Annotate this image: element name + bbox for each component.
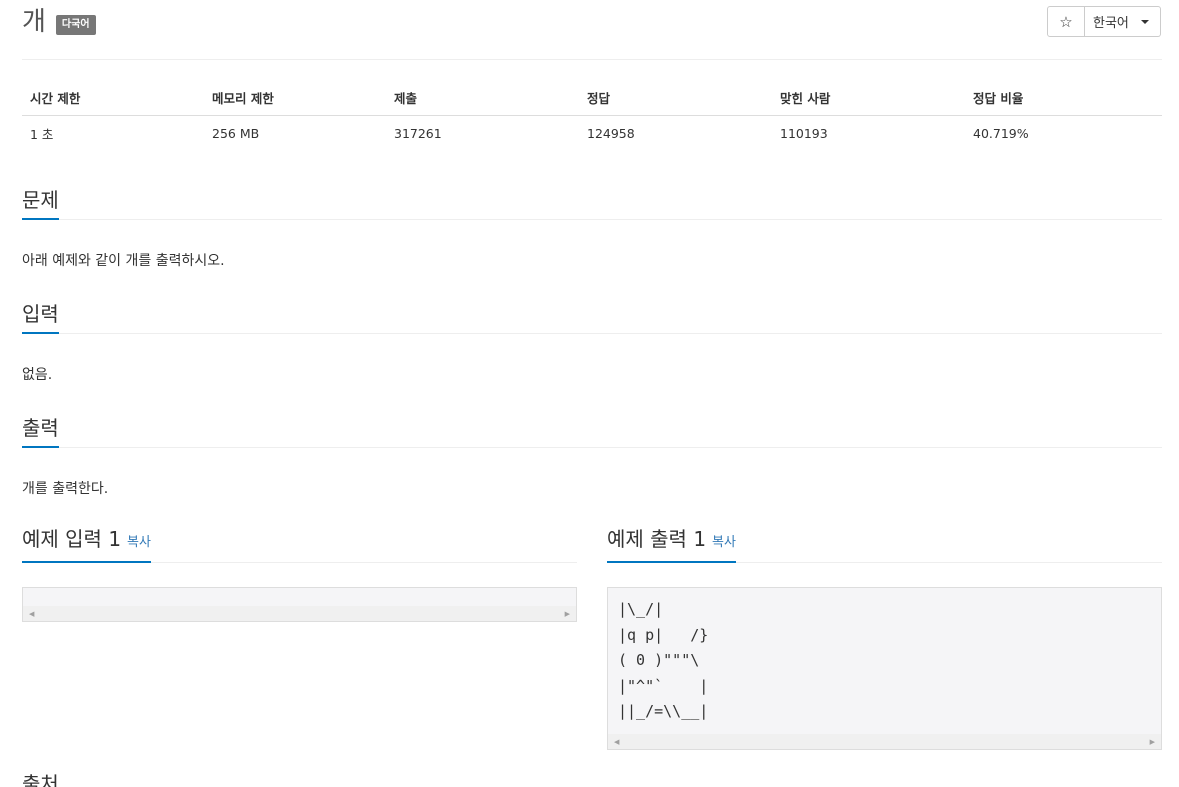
copy-sample-output-button[interactable]: 복사 — [712, 535, 736, 550]
input-section: 입력 없음. — [22, 299, 1162, 384]
submissions-value: 317261 — [394, 126, 442, 141]
description-body: 아래 예제와 같이 개를 출력하시오. — [22, 253, 225, 269]
section-header: 출력 — [22, 413, 1162, 448]
sample-input-box: ◀ ▶ — [22, 587, 577, 622]
output-body: 개를 출력한다. — [22, 481, 109, 497]
output-title: 출력 — [22, 414, 59, 448]
page-title: 개 — [22, 7, 46, 37]
accept-ratio-value: 40.719% — [973, 126, 1029, 141]
multilingual-badge: 다국어 — [55, 15, 96, 35]
description-title: 문제 — [22, 186, 59, 220]
scroll-left-icon[interactable]: ◀ — [29, 610, 34, 618]
accepted-value: 124958 — [587, 126, 635, 141]
sample-output-title: 예제 출력 1 복사 — [607, 525, 736, 563]
header-accepted: 정답 — [579, 80, 772, 116]
caret-down-icon — [1140, 19, 1149, 24]
favorite-button[interactable]: ☆ — [1047, 6, 1085, 37]
input-body: 없음. — [22, 367, 53, 383]
scroll-right-icon[interactable]: ▶ — [1150, 738, 1155, 746]
star-icon: ☆ — [1059, 12, 1073, 31]
title-row: 개 다국어 — [22, 6, 96, 38]
sample-input-title: 예제 입력 1 복사 — [22, 525, 151, 563]
section-header: 입력 — [22, 299, 1162, 334]
sample-output-title-text: 예제 출력 1 — [607, 527, 707, 551]
sample-input-section: 예제 입력 1 복사 ◀ ▶ — [22, 525, 577, 622]
language-dropdown[interactable]: 한국어 — [1085, 6, 1161, 37]
header-memory-limit: 메모리 제한 — [204, 80, 386, 116]
toolbar-button-group: ☆ 한국어 — [1047, 6, 1161, 37]
horizontal-scrollbar[interactable]: ◀ ▶ — [23, 606, 576, 621]
sample-output-section: 예제 출력 1 복사 |\_/| |q p| /} ( 0 )"""\ |"^"`… — [607, 525, 1162, 750]
header-time-limit: 시간 제한 — [22, 80, 204, 116]
sample-output-content: |\_/| |q p| /} ( 0 )"""\ |"^"` | ||_/=\\… — [618, 600, 709, 720]
source-title: 출처 — [22, 772, 59, 787]
problem-info-table: 시간 제한 메모리 제한 제출 정답 맞힌 사람 정답 비율 1 초 256 M… — [22, 80, 1162, 151]
header-divider — [22, 59, 1162, 60]
time-limit-value: 1 초 — [30, 127, 54, 142]
table-row: 1 초 256 MB 317261 124958 110193 40.719% — [22, 116, 1162, 152]
sample-input-content — [23, 588, 576, 597]
scroll-left-icon[interactable]: ◀ — [614, 738, 619, 746]
header-accept-ratio: 정답 비율 — [965, 80, 1162, 116]
header-solved-users: 맞힌 사람 — [772, 80, 965, 116]
horizontal-scrollbar[interactable]: ◀ ▶ — [608, 734, 1161, 749]
sample-input-header: 예제 입력 1 복사 — [22, 525, 577, 563]
table-header-row: 시간 제한 메모리 제한 제출 정답 맞힌 사람 정답 비율 — [22, 80, 1162, 116]
sample-output-header: 예제 출력 1 복사 — [607, 525, 1162, 563]
copy-sample-input-button[interactable]: 복사 — [127, 535, 151, 550]
language-label: 한국어 — [1093, 16, 1129, 31]
header-submissions: 제출 — [386, 80, 579, 116]
input-title: 입력 — [22, 300, 59, 334]
problem-page: 개 다국어 ☆ 한국어 시간 제한 메모리 제한 제출 정답 맞힌 사람 정답 … — [0, 0, 1179, 787]
description-section: 문제 아래 예제와 같이 개를 출력하시오. — [22, 185, 1162, 270]
sample-output-box: |\_/| |q p| /} ( 0 )"""\ |"^"` | ||_/=\\… — [607, 587, 1162, 750]
output-section: 출력 개를 출력한다. — [22, 413, 1162, 498]
memory-limit-value: 256 MB — [212, 126, 260, 141]
sample-input-title-text: 예제 입력 1 — [22, 527, 122, 551]
section-header: 문제 — [22, 185, 1162, 220]
solved-users-value: 110193 — [780, 126, 828, 141]
scroll-right-icon[interactable]: ▶ — [565, 610, 570, 618]
